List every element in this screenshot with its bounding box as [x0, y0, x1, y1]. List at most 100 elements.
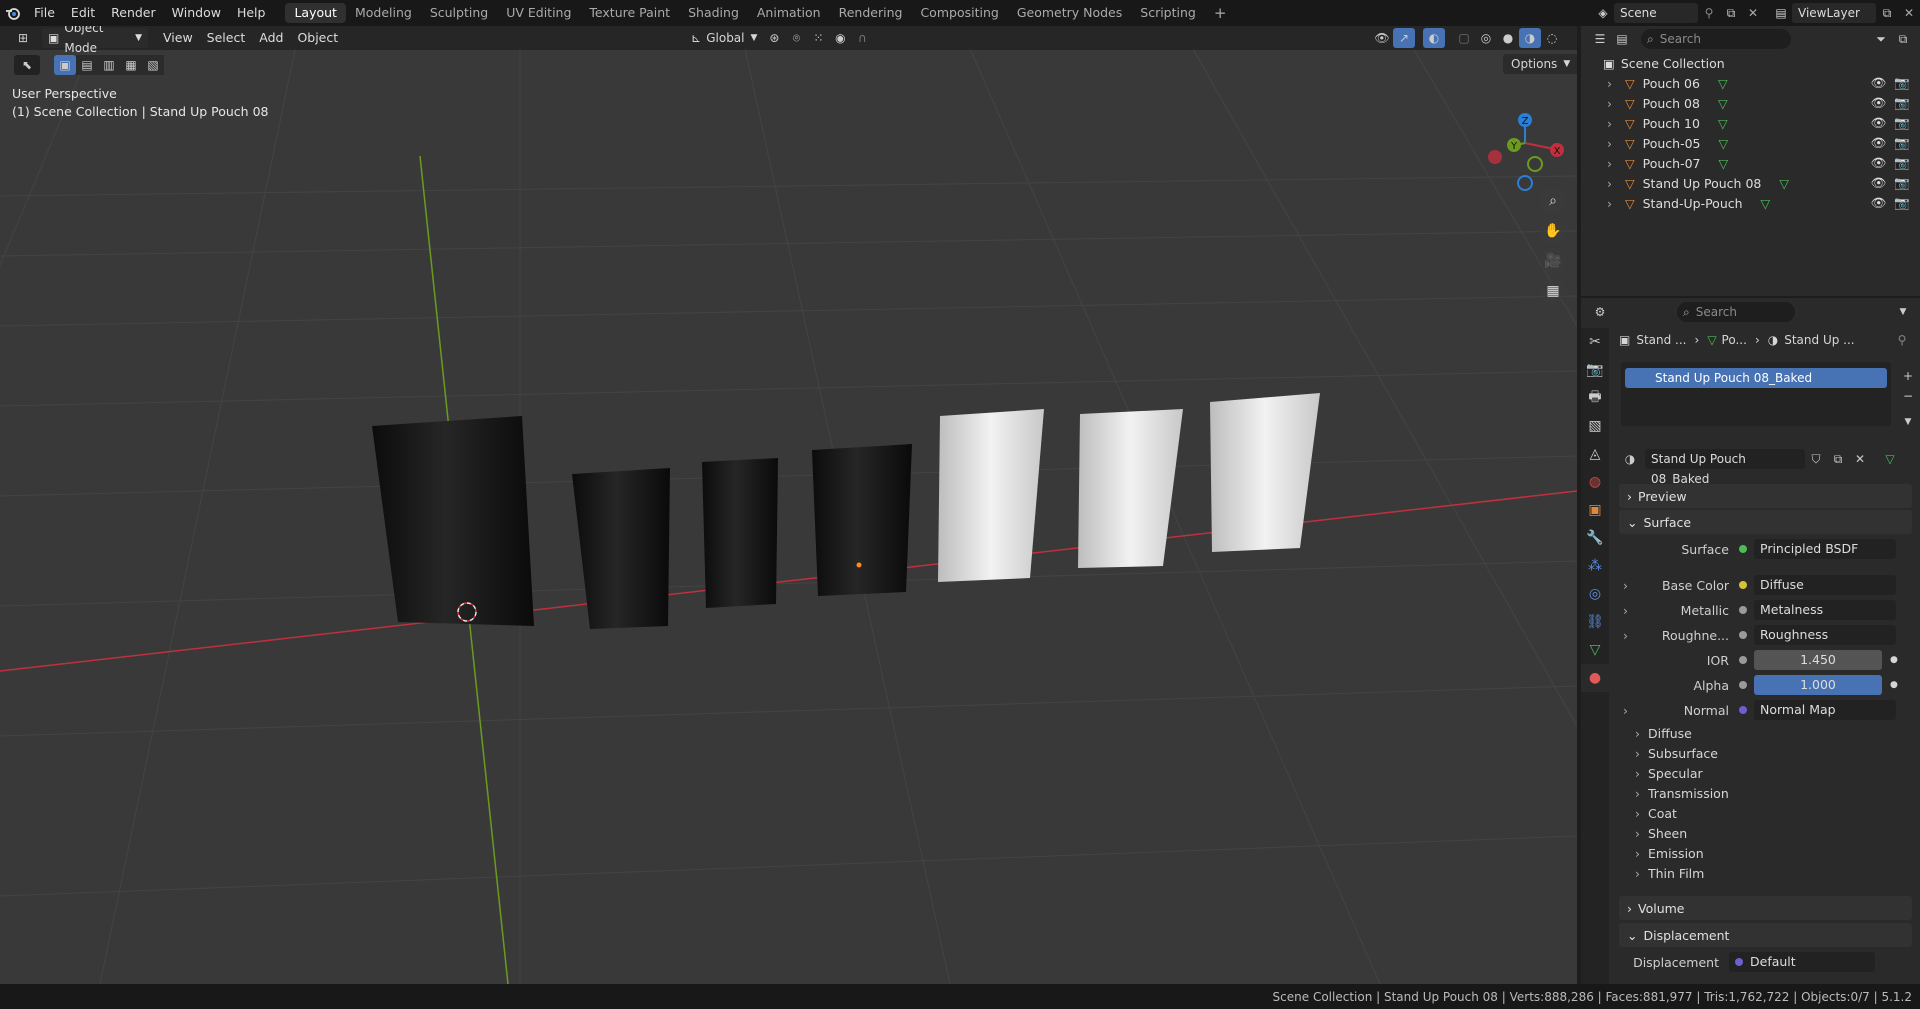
- select-subtract-icon[interactable]: ▥: [98, 55, 120, 75]
- camera-icon[interactable]: 📷: [1894, 75, 1910, 91]
- blender-logo-icon[interactable]: [0, 3, 26, 23]
- subpanel-header[interactable]: › Thin Film: [1635, 864, 1704, 884]
- world-tab-icon[interactable]: ◍: [1581, 468, 1609, 496]
- eye-icon[interactable]: 👁: [1871, 115, 1887, 131]
- new-collection-icon[interactable]: ⧉: [1892, 29, 1914, 49]
- tweak-tool-icon[interactable]: ⬉: [14, 55, 40, 75]
- tab-compositing[interactable]: Compositing: [911, 3, 1007, 23]
- menu-add[interactable]: Add: [252, 28, 290, 48]
- scene-collection-row[interactable]: ▣ Scene Collection: [1581, 53, 1920, 73]
- shading-solid-icon[interactable]: ●: [1497, 28, 1519, 48]
- scene-tab-icon[interactable]: ◬: [1581, 440, 1609, 468]
- menu-help[interactable]: Help: [229, 0, 274, 26]
- delete-view-layer-icon[interactable]: ✕: [1898, 3, 1920, 23]
- shading-wireframe-icon[interactable]: ◎: [1475, 28, 1497, 48]
- tab-animation[interactable]: Animation: [748, 3, 830, 23]
- 3d-viewport[interactable]: ⊞ ▣ Object Mode ▼ View Select Add Object…: [0, 26, 1577, 984]
- camera-icon[interactable]: 📷: [1894, 195, 1910, 211]
- surface-row-field[interactable]: Principled BSDF: [1754, 539, 1896, 559]
- surface-row-field[interactable]: 1.450: [1754, 650, 1882, 670]
- scene-browse-icon[interactable]: ◈: [1592, 3, 1614, 23]
- camera-icon[interactable]: 📷: [1894, 155, 1910, 171]
- surface-row-field[interactable]: Normal Map: [1754, 700, 1896, 720]
- tab-layout[interactable]: Layout: [285, 3, 346, 23]
- view-layer-tab-icon[interactable]: ▧: [1581, 412, 1609, 440]
- outliner-item[interactable]: › ▽ Pouch 08 ▽ 👁 📷: [1581, 93, 1920, 113]
- tab-rendering[interactable]: Rendering: [830, 3, 912, 23]
- new-material-icon[interactable]: ⧉: [1827, 449, 1849, 469]
- snap-toggle-icon[interactable]: ⌾: [785, 28, 807, 48]
- menu-edit[interactable]: Edit: [63, 0, 103, 26]
- navigation-gizmo[interactable]: Z X Y: [1480, 86, 1570, 196]
- expand-chevron-icon[interactable]: ›: [1623, 578, 1637, 593]
- eye-icon[interactable]: 👁: [1871, 155, 1887, 171]
- subpanel-header[interactable]: › Sheen: [1635, 824, 1687, 844]
- display-mode-icon[interactable]: ▤: [1611, 29, 1633, 49]
- unlink-material-icon[interactable]: ✕: [1849, 449, 1871, 469]
- new-scene-icon[interactable]: ⧉: [1720, 3, 1742, 23]
- outliner-search-field[interactable]: ⌕ Search: [1641, 29, 1791, 49]
- camera-icon[interactable]: 📷: [1894, 135, 1910, 151]
- menu-render[interactable]: Render: [103, 0, 164, 26]
- outliner-item[interactable]: › ▽ Pouch 10 ▽ 👁 📷: [1581, 113, 1920, 133]
- subpanel-header[interactable]: › Transmission: [1635, 784, 1729, 804]
- pin-icon[interactable]: ⚲: [1891, 330, 1913, 350]
- overlay-toggle-icon[interactable]: ◐: [1423, 28, 1445, 48]
- select-extend-icon[interactable]: ▤: [76, 55, 98, 75]
- subpanel-header[interactable]: › Subsurface: [1635, 744, 1718, 764]
- select-new-icon[interactable]: ▣: [54, 55, 76, 75]
- subpanel-header[interactable]: › Emission: [1635, 844, 1704, 864]
- pin-scene-icon[interactable]: ⚲: [1698, 3, 1720, 23]
- delete-scene-icon[interactable]: ✕: [1742, 3, 1764, 23]
- outliner-item[interactable]: › ▽ Pouch 06 ▽ 👁 📷: [1581, 73, 1920, 93]
- proportional-edit-icon[interactable]: ◉: [829, 28, 851, 48]
- xray-toggle-icon[interactable]: ▢: [1453, 28, 1475, 48]
- scene-name-field[interactable]: Scene: [1614, 3, 1698, 23]
- displacement-panel-header[interactable]: ⌄ Displacement: [1619, 923, 1912, 947]
- menu-view[interactable]: View: [156, 28, 200, 48]
- render-tab-icon[interactable]: 📷: [1581, 356, 1609, 384]
- properties-search-field[interactable]: ⌕ Search: [1677, 302, 1795, 322]
- ortho-toggle-grid-icon[interactable]: ▦: [1540, 278, 1566, 304]
- object-mode-dropdown[interactable]: ▣ Object Mode ▼: [42, 26, 148, 55]
- tab-scripting[interactable]: Scripting: [1131, 3, 1205, 23]
- fake-user-icon[interactable]: ⛉: [1805, 449, 1827, 469]
- subpanel-header[interactable]: › Specular: [1635, 764, 1703, 784]
- eye-icon[interactable]: 👁: [1871, 75, 1887, 91]
- menu-window[interactable]: Window: [164, 0, 229, 26]
- pivot-point-icon[interactable]: ⊛: [763, 28, 785, 48]
- displacement-field[interactable]: Default: [1729, 952, 1875, 972]
- tab-sculpting[interactable]: Sculpting: [421, 3, 497, 23]
- expand-chevron-icon[interactable]: ›: [1623, 603, 1637, 618]
- visibility-icon[interactable]: 👁: [1371, 28, 1393, 48]
- view-layer-browse-icon[interactable]: ▤: [1770, 3, 1792, 23]
- keyframe-dot-icon[interactable]: ●: [1890, 655, 1898, 665]
- tab-geometry-nodes[interactable]: Geometry Nodes: [1008, 3, 1131, 23]
- material-tab-icon[interactable]: ●: [1581, 664, 1609, 692]
- eye-icon[interactable]: 👁: [1871, 95, 1887, 111]
- gizmo-toggle-icon[interactable]: ↗: [1393, 28, 1415, 48]
- eye-icon[interactable]: 👁: [1871, 135, 1887, 151]
- expand-chevron-icon[interactable]: ›: [1607, 176, 1621, 191]
- outliner-editor-type-icon[interactable]: ☰: [1589, 29, 1611, 49]
- remove-slot-icon[interactable]: −: [1897, 386, 1919, 406]
- expand-chevron-icon[interactable]: ›: [1607, 76, 1621, 91]
- expand-chevron-icon[interactable]: ›: [1623, 703, 1637, 718]
- expand-chevron-icon[interactable]: ›: [1607, 156, 1621, 171]
- menu-file[interactable]: File: [26, 0, 63, 26]
- outliner-item[interactable]: › ▽ Stand Up Pouch 08 ▽ 👁 📷: [1581, 173, 1920, 193]
- camera-icon[interactable]: 📷: [1894, 95, 1910, 111]
- outliner-item[interactable]: › ▽ Pouch-07 ▽ 👁 📷: [1581, 153, 1920, 173]
- subpanel-header[interactable]: › Coat: [1635, 804, 1677, 824]
- tool-tab-icon[interactable]: ✂: [1581, 328, 1609, 356]
- shading-material-icon[interactable]: ◑: [1519, 28, 1541, 48]
- surface-row-field[interactable]: Roughness: [1754, 625, 1896, 645]
- surface-row-field[interactable]: 1.000: [1754, 675, 1882, 695]
- material-name-field[interactable]: Stand Up Pouch 08_Baked: [1645, 449, 1805, 486]
- menu-select[interactable]: Select: [200, 28, 253, 48]
- add-workspace-button[interactable]: +: [1205, 3, 1236, 23]
- link-type-icon[interactable]: ▽: [1879, 449, 1901, 469]
- output-tab-icon[interactable]: 🖶: [1581, 384, 1609, 412]
- new-view-layer-icon[interactable]: ⧉: [1876, 3, 1898, 23]
- editor-type-icon[interactable]: ⊞: [12, 28, 34, 48]
